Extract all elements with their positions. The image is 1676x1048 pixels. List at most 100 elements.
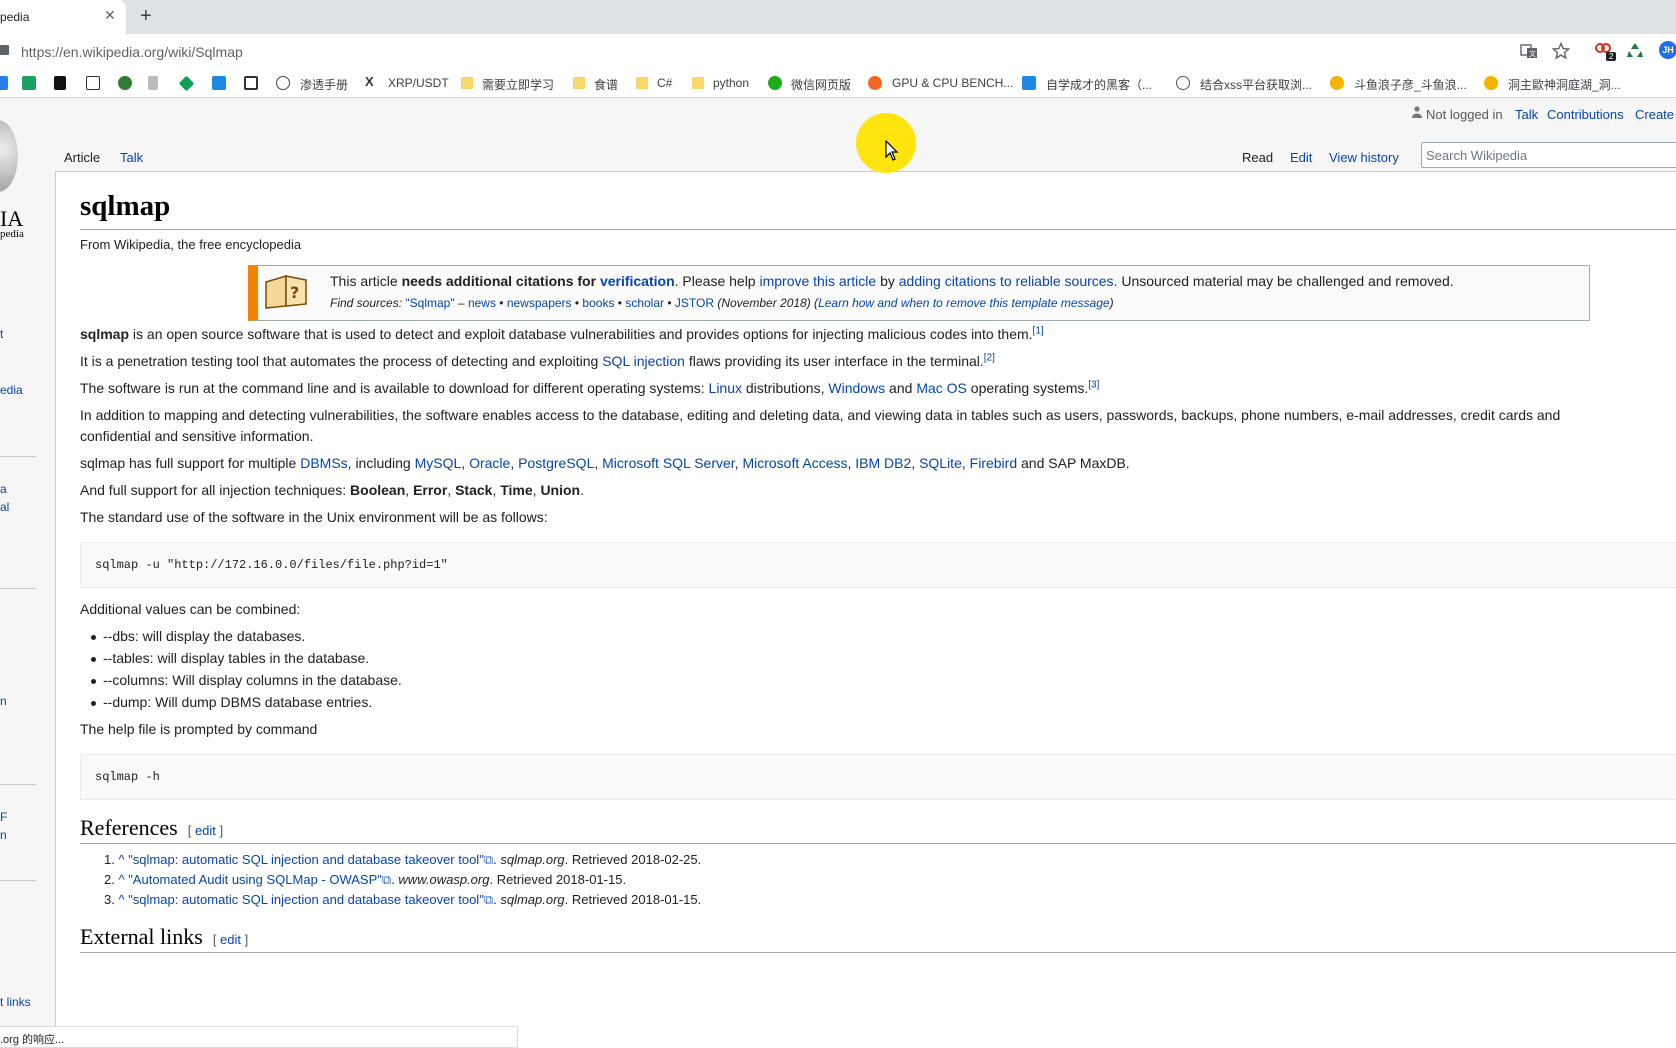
list-item: --dbs: will display the databases. (91, 628, 305, 644)
sidebar-link[interactable]: a (0, 482, 7, 496)
star-icon[interactable] (1552, 42, 1570, 60)
ibm-db2-link[interactable]: IBM DB2 (855, 455, 911, 471)
code-block-usage[interactable]: sqlmap -u "http://172.16.0.0/files/file.… (80, 542, 1676, 588)
source-news-link[interactable]: news (468, 296, 496, 310)
postgresql-link[interactable]: PostgreSQL (518, 455, 594, 471)
bookmark-icon[interactable] (54, 76, 66, 90)
bookmark-9[interactable]: 结合xss平台获取浏... (1200, 76, 1312, 93)
mssql-link[interactable]: Microsoft SQL Server (602, 455, 735, 471)
ref-title-link[interactable]: "sqlmap: automatic SQL injection and dat… (128, 892, 484, 907)
bookmark-icon[interactable] (148, 76, 158, 90)
sidebar-link[interactable]: n (0, 694, 7, 708)
bracket: ] (215, 823, 224, 838)
tab-view-history[interactable]: View history (1329, 150, 1399, 165)
paragraph-text: , including (347, 455, 415, 471)
url-field[interactable]: https://en.wikipedia.org/wiki/Sqlmap (21, 44, 243, 60)
technique-time: Time (500, 482, 533, 498)
tab-talk[interactable]: Talk (120, 150, 143, 165)
bookmark-10[interactable]: 斗鱼浪子彦_斗鱼浪... (1354, 76, 1467, 93)
find-sources-label: Find sources: (330, 296, 406, 310)
edit-references-link[interactable]: edit (195, 823, 216, 838)
translate-icon[interactable]: 文 (1520, 42, 1538, 60)
profile-avatar[interactable]: JH (1659, 41, 1676, 59)
ref-site: www.owasp.org (398, 872, 490, 887)
sidebar-link[interactable]: al (0, 500, 9, 514)
folder-icon (461, 77, 473, 89)
citation-link[interactable]: [2] (984, 352, 995, 363)
bookmark-icon[interactable] (118, 76, 132, 90)
bookmark-4[interactable]: C# (657, 76, 672, 90)
windows-link[interactable]: Windows (828, 380, 885, 396)
tab-read[interactable]: Read (1242, 150, 1273, 165)
bookmark-7[interactable]: GPU & CPU BENCH... (892, 76, 1013, 90)
bookmark-icon[interactable] (0, 76, 8, 90)
sidebar-link[interactable]: edia (0, 383, 23, 397)
sidebar-link[interactable]: t links (0, 995, 31, 1009)
verification-link[interactable]: verification (600, 273, 675, 289)
new-tab-button[interactable]: + (140, 5, 152, 28)
bookmark-8[interactable]: 自学成才的黑客（... (1046, 76, 1152, 93)
citation-link[interactable]: [3] (1088, 379, 1099, 390)
lock-icon[interactable] (0, 45, 9, 55)
ref-retrieved: . Retrieved 2018-01-15. (489, 872, 627, 887)
adding-citations-link[interactable]: adding citations to reliable sources (899, 273, 1114, 289)
sidebar-link[interactable]: t (0, 327, 3, 341)
bookmark-icon[interactable] (22, 76, 36, 90)
tab-article[interactable]: Article (64, 150, 100, 165)
bookmark-icon[interactable] (244, 76, 258, 90)
create-account-link[interactable]: Create (1635, 107, 1674, 122)
mac-os-link[interactable]: Mac OS (916, 380, 967, 396)
bookmark-11[interactable]: 洞主歐神洞庭湖_洞... (1508, 76, 1621, 93)
list-item: --tables: will display tables in the dat… (91, 650, 369, 666)
contributions-link[interactable]: Contributions (1547, 107, 1624, 122)
ms-access-link[interactable]: Microsoft Access (742, 455, 847, 471)
firebird-link[interactable]: Firebird (970, 455, 1017, 471)
tab-close-icon[interactable]: ✕ (104, 7, 116, 24)
ref-backlink[interactable]: ^ (118, 892, 128, 907)
search-input[interactable]: Search Wikipedia (1421, 142, 1676, 168)
recycle-icon[interactable] (1626, 41, 1644, 59)
bookmark-3[interactable]: 食谱 (594, 76, 618, 93)
list-item-text: --columns: Will display columns in the d… (103, 672, 402, 688)
oracle-link[interactable]: Oracle (469, 455, 510, 471)
improve-article-link[interactable]: improve this article (759, 273, 876, 289)
ref-backlink[interactable]: ^ (118, 852, 128, 867)
wikipedia-tagline: pedia (0, 228, 24, 240)
personal-talk-link[interactable]: Talk (1515, 107, 1538, 122)
bookmark-1[interactable]: XRP/USDT (388, 76, 449, 90)
browser-tab[interactable]: pedia ✕ (0, 0, 126, 34)
bookmark-icon[interactable] (86, 76, 100, 90)
wikipedia-globe-icon[interactable] (0, 120, 18, 192)
bookmark-6[interactable]: 微信网页版 (791, 76, 851, 93)
sidebar-link[interactable]: F (0, 810, 7, 824)
ref-title-link[interactable]: "sqlmap: automatic SQL injection and dat… (128, 852, 484, 867)
code-block-help[interactable]: sqlmap -h (80, 754, 1676, 800)
tab-edit[interactable]: Edit (1290, 150, 1312, 165)
bookmark-2[interactable]: 需要立即学习 (482, 76, 554, 93)
source-books-link[interactable]: books (582, 296, 614, 310)
source-scholar-link[interactable]: scholar (625, 296, 664, 310)
bookmark-icon[interactable] (212, 76, 226, 90)
source-newspapers-link[interactable]: newspapers (507, 296, 572, 310)
sql-injection-link[interactable]: SQL injection (602, 353, 685, 369)
source-sqlmap-link[interactable]: "Sqlmap" (405, 296, 454, 310)
sqlite-link[interactable]: SQLite (919, 455, 962, 471)
ref-title-link[interactable]: "Automated Audit using SQLMap - OWASP" (128, 872, 382, 887)
paragraph-6: And full support for all injection techn… (80, 480, 584, 501)
globe-icon (276, 76, 290, 90)
bookmark-5[interactable]: python (713, 76, 749, 90)
linux-link[interactable]: Linux (709, 380, 742, 396)
dbms-link[interactable]: DBMSs (300, 455, 347, 471)
technique-boolean: Boolean (350, 482, 406, 498)
paragraph-text: The software is run at the command line … (80, 380, 709, 396)
citation-link[interactable]: [1] (1033, 325, 1044, 336)
learn-remove-template-link[interactable]: Learn how and when to remove this templa… (818, 296, 1110, 310)
bookmark-0[interactable]: 渗透手册 (300, 76, 348, 93)
edit-external-links-link[interactable]: edit (220, 932, 241, 947)
sidebar-link[interactable]: n (0, 828, 7, 842)
bookmark-icon[interactable] (178, 75, 195, 92)
ref-backlink[interactable]: ^ (118, 872, 128, 887)
douyu-icon (1330, 76, 1344, 90)
mysql-link[interactable]: MySQL (415, 455, 462, 471)
source-jstor-link[interactable]: JSTOR (675, 296, 714, 310)
